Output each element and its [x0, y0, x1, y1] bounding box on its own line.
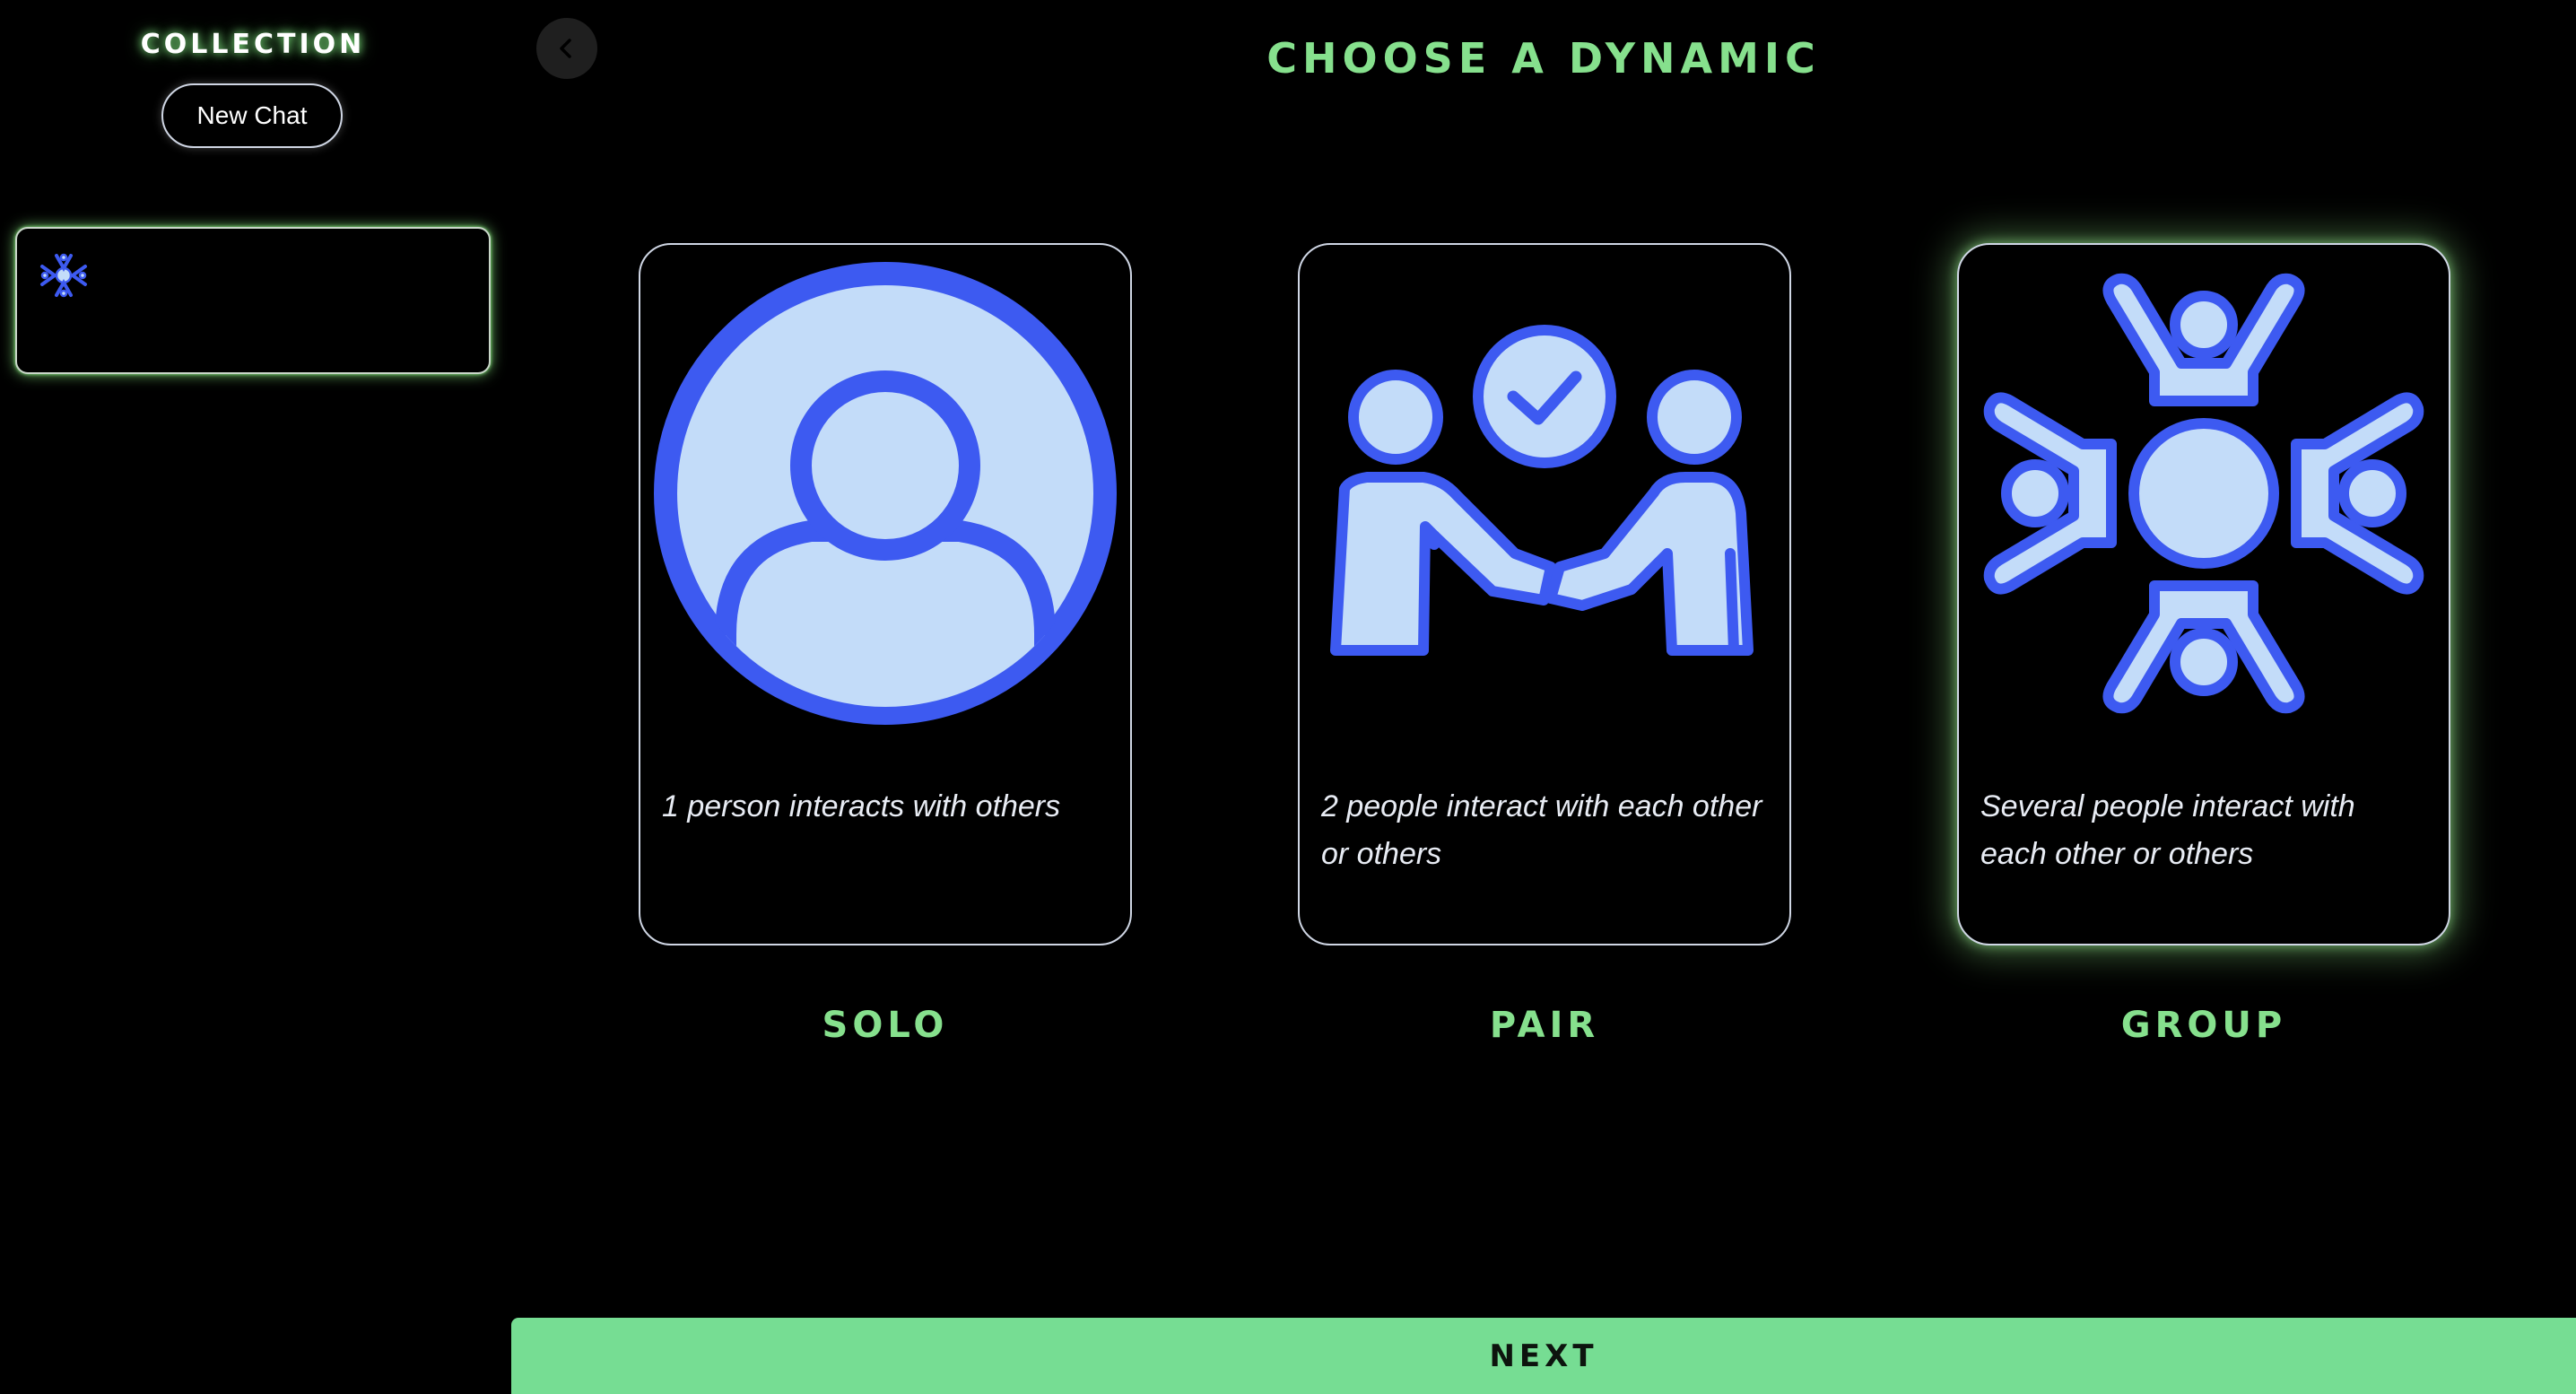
sidebar-title: COLLECTION — [140, 29, 366, 60]
option-description: 1 person interacts with others — [662, 789, 1061, 823]
option-label-group[interactable]: GROUP — [1957, 1005, 2450, 1046]
option-label-solo[interactable]: SOLO — [639, 1005, 1132, 1046]
option-description: Several people interact with each other … — [1980, 789, 2355, 871]
page-title: CHOOSE A DYNAMIC — [1266, 34, 1821, 83]
next-button[interactable]: NEXT — [511, 1318, 2576, 1394]
chat-history-item[interactable] — [15, 227, 491, 374]
group-icon — [40, 253, 87, 298]
handshake-icon — [1330, 325, 1754, 656]
option-card-pair[interactable]: 2 people interact with each other or oth… — [1298, 243, 1791, 945]
person-icon — [654, 262, 1117, 725]
option-label-pair[interactable]: PAIR — [1298, 1005, 1791, 1046]
new-chat-button[interactable]: New Chat — [161, 83, 343, 148]
option-card-group[interactable]: Several people interact with each other … — [1957, 243, 2450, 945]
group-icon — [1983, 273, 2424, 714]
option-card-solo[interactable]: 1 person interacts with others — [639, 243, 1132, 945]
option-description: 2 people interact with each other or oth… — [1321, 789, 1762, 871]
